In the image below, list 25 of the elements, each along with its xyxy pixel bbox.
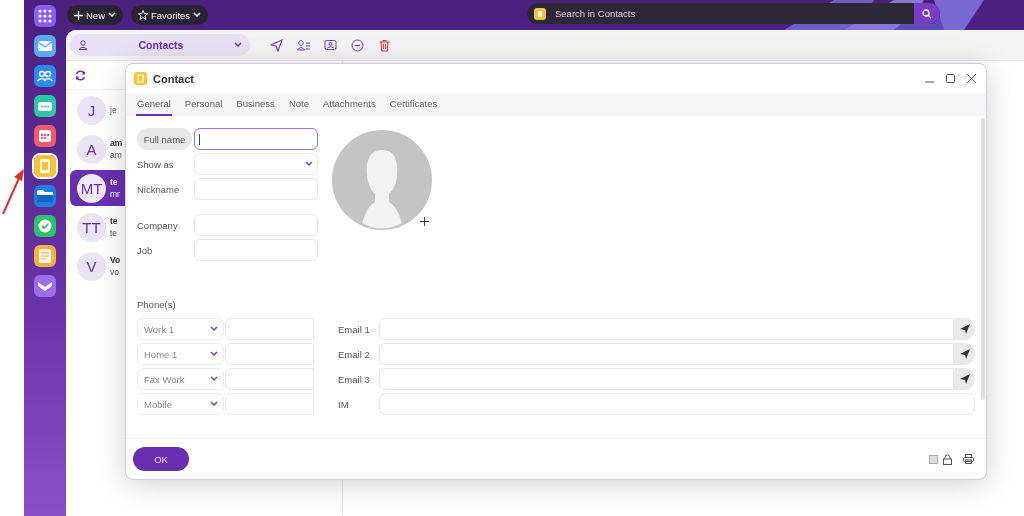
contact-email: te xyxy=(110,228,118,238)
window-title: Contact xyxy=(153,72,195,85)
field-label: Nickname xyxy=(137,183,181,195)
field-label: Email 1 xyxy=(338,323,371,335)
section-label: Phone(s) xyxy=(137,299,177,310)
contact-name: je xyxy=(110,105,117,115)
contact-name: te xyxy=(110,177,119,187)
avatar: MT xyxy=(77,173,106,203)
avatar: TT xyxy=(77,212,106,242)
field-label: IM xyxy=(338,398,350,410)
field-label: Job xyxy=(137,244,154,256)
field-label: Full name xyxy=(137,128,192,150)
contact-email: am xyxy=(110,150,123,160)
contact-email: mr xyxy=(110,189,120,199)
field-label: Email 3 xyxy=(338,373,371,385)
field-label: Show as xyxy=(137,158,175,170)
avatar: J xyxy=(77,95,106,125)
contact-name: Vo xyxy=(110,255,121,265)
avatar: V xyxy=(77,251,106,281)
contact-email: vo xyxy=(110,267,120,277)
contact-name: te xyxy=(110,216,118,226)
field-label: Company xyxy=(137,219,179,231)
field-label: Email 2 xyxy=(338,348,371,360)
contact-name: am xyxy=(110,138,123,148)
avatar: A xyxy=(77,134,106,164)
